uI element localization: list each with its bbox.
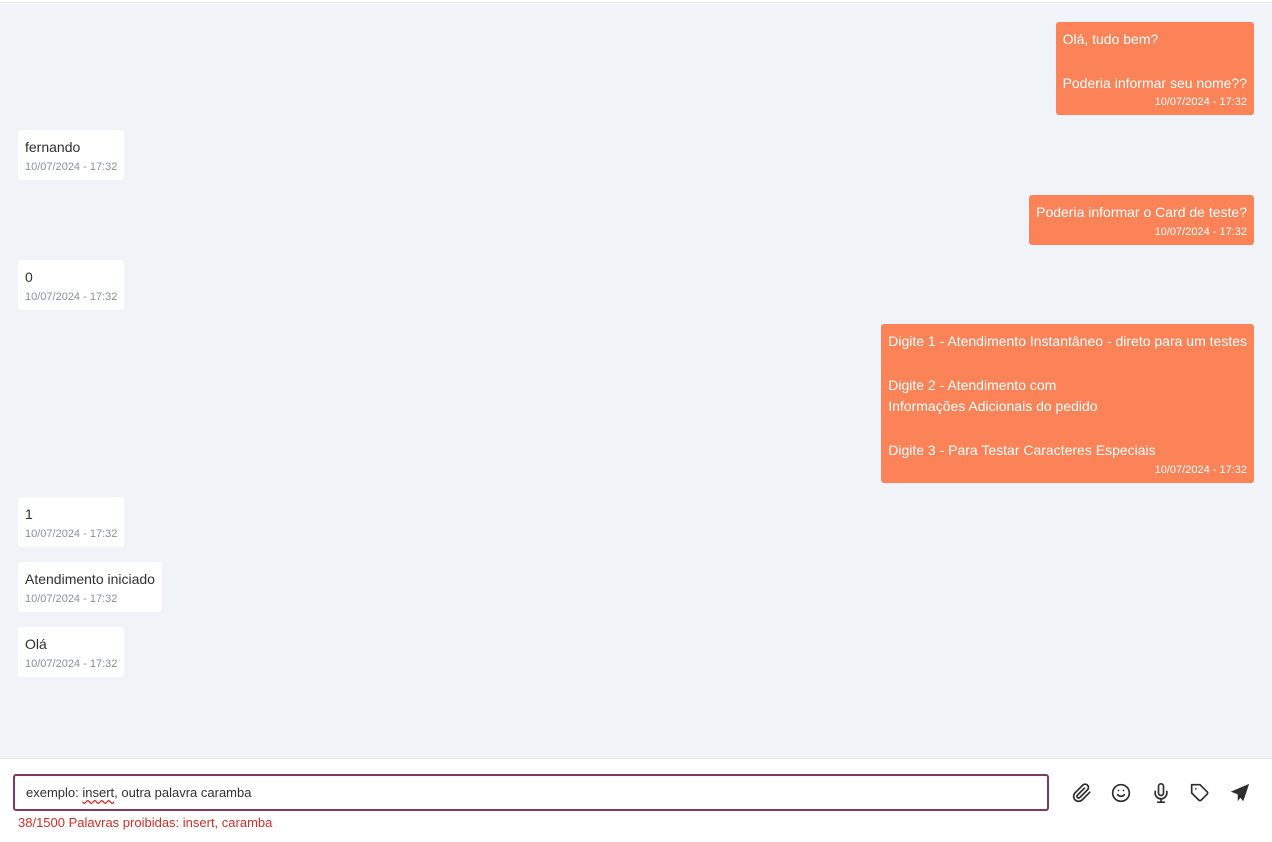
message-outgoing: Digite 1 - Atendimento Instantâneo - dir… [881,324,1254,483]
forbidden-words-counter: 38/1500 Palavras proibidas: insert, cara… [18,815,273,830]
emoji-icon [1111,783,1131,803]
message-text: Digite 1 - Atendimento Instantâneo - dir… [888,333,1247,458]
message-timestamp: 10/07/2024 - 17:32 [1154,463,1247,476]
message-composer: exemplo: insert, outra palavra caramba 3… [0,760,1272,842]
send-button[interactable] [1227,780,1253,806]
message-timestamp: 10/07/2024 - 17:32 [1154,225,1247,238]
message-text: Olá, tudo bem? Poderia informar seu nome… [1062,31,1247,91]
message-text: Olá [25,636,47,652]
message-incoming: Atendimento iniciado 10/07/2024 - 17:32 [18,562,162,612]
send-icon [1229,782,1251,804]
input-text-prefix: exemplo: [26,785,83,800]
message-timestamp: 10/07/2024 - 17:32 [25,657,118,670]
voice-record-button[interactable] [1148,780,1174,806]
message-outgoing: Poderia informar o Card de teste? 10/07/… [1029,195,1254,245]
message-text: fernando [25,139,81,155]
message-incoming: Olá 10/07/2024 - 17:32 [18,627,125,677]
message-incoming: fernando 10/07/2024 - 17:32 [18,130,125,180]
message-input[interactable]: exemplo: insert, outra palavra caramba [13,774,1049,811]
message-outgoing: Olá, tudo bem? Poderia informar seu nome… [1055,22,1254,116]
input-text-suffix: , outra palavra caramba [114,785,252,800]
message-text: Atendimento iniciado [25,571,155,587]
message-timestamp: 10/07/2024 - 17:32 [25,592,118,605]
message-incoming: 0 10/07/2024 - 17:32 [18,260,125,310]
message-text: 1 [25,506,33,522]
microphone-icon [1151,783,1171,803]
message-list[interactable]: Olá, tudo bem? Poderia informar seu nome… [0,4,1272,759]
message-timestamp: 10/07/2024 - 17:32 [25,527,118,540]
message-text: Poderia informar o Card de teste? [1036,204,1247,220]
paperclip-icon [1072,783,1092,803]
attach-button[interactable] [1069,780,1095,806]
message-incoming: 1 10/07/2024 - 17:32 [18,497,125,547]
chat-window: Olá, tudo bem? Poderia informar seu nome… [0,0,1272,842]
top-divider [0,0,1272,3]
message-timestamp: 10/07/2024 - 17:32 [25,290,118,303]
message-text: 0 [25,269,33,285]
input-text-flagged-word: insert [82,785,115,800]
tag-icon [1190,783,1210,803]
emoji-button[interactable] [1108,780,1134,806]
message-timestamp: 10/07/2024 - 17:32 [25,160,118,173]
message-timestamp: 10/07/2024 - 17:32 [1154,96,1247,109]
tag-button[interactable] [1187,780,1213,806]
